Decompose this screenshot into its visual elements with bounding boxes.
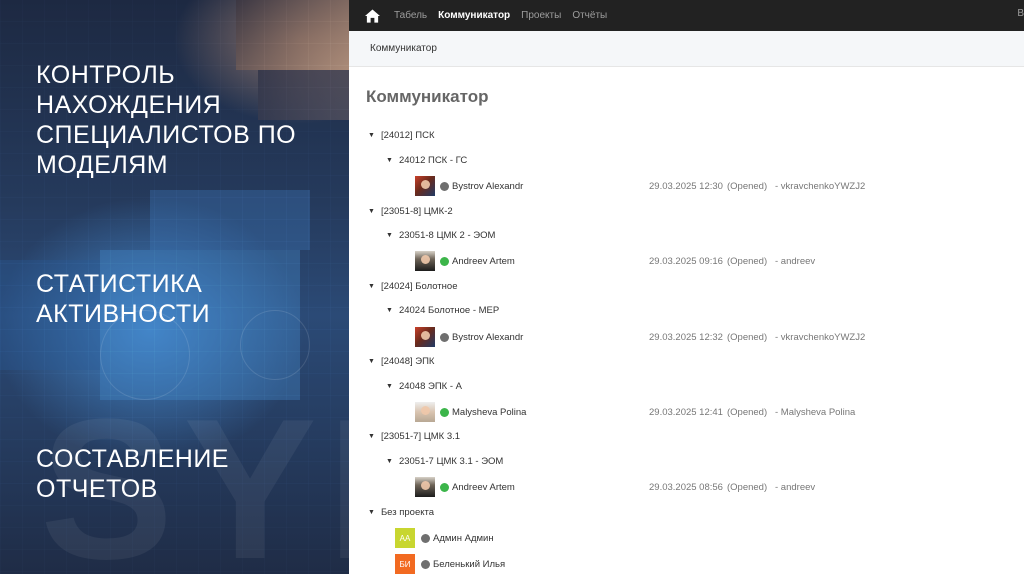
caret-down-icon[interactable]: ▼ — [386, 307, 393, 314]
top-navbar: Табель Коммуникатор Проекты Отчёты В — [349, 0, 1024, 31]
avatar-initials: АА — [395, 528, 415, 548]
tree-subgroup[interactable]: ▼ 23051-7 ЦМК 3.1 - ЭОМ — [386, 456, 503, 467]
nav-link-timesheet[interactable]: Табель — [394, 10, 427, 21]
promo-block-activity: СТАТИСТИКА АКТИВНОСТИ — [36, 269, 210, 329]
user-row[interactable]: АА Админ Админ — [350, 528, 1000, 548]
nav-user-menu[interactable]: В — [1017, 8, 1024, 19]
opened-by: - vkravchenkoYWZJ2 — [775, 181, 866, 192]
avatar — [415, 402, 435, 422]
caret-down-icon[interactable]: ▼ — [368, 208, 375, 215]
user-name: Andreev Artem — [452, 256, 515, 267]
caret-down-icon[interactable]: ▼ — [386, 157, 393, 164]
caret-down-icon[interactable]: ▼ — [368, 132, 375, 139]
promo-line: АКТИВНОСТИ — [36, 300, 211, 328]
caret-down-icon[interactable]: ▼ — [386, 383, 393, 390]
nav-link-reports[interactable]: Отчёты — [572, 10, 607, 21]
status-offline-icon — [421, 560, 430, 569]
user-name: Malysheva Polina — [452, 407, 527, 418]
status-online-icon — [440, 257, 449, 266]
tree-subgroup[interactable]: ▼ 24012 ПСК - ГС — [386, 155, 467, 166]
opened-by: - Malysheva Polina — [775, 407, 856, 418]
user-row[interactable]: БИ Беленький Илья — [350, 554, 1000, 574]
home-icon[interactable] — [365, 8, 380, 23]
activity-date: 29.03.2025 12:30 — [649, 181, 723, 192]
user-name: Bystrov Alexandr — [452, 332, 524, 343]
user-row[interactable]: Andreev Artem 29.03.2025 08:56 (Opened) … — [350, 477, 1000, 497]
tree-group-no-project[interactable]: ▼ Без проекта — [368, 507, 434, 518]
caret-down-icon[interactable]: ▼ — [386, 458, 393, 465]
tree-subgroup[interactable]: ▼ 24048 ЭПК - А — [386, 381, 462, 392]
caret-down-icon[interactable]: ▼ — [386, 232, 393, 239]
activity-state: (Opened) — [727, 256, 768, 267]
status-offline-icon — [440, 333, 449, 342]
tree-group[interactable]: ▼ [24024] Болотное — [368, 281, 457, 292]
tree-group[interactable]: ▼ [23051-8] ЦМК-2 — [368, 206, 453, 217]
tree-group[interactable]: ▼ [24048] ЭПК — [368, 356, 434, 367]
user-name: Беленький Илья — [433, 559, 506, 570]
tree-group[interactable]: ▼ [23051-7] ЦМК 3.1 — [368, 431, 460, 442]
user-row[interactable]: Andreev Artem 29.03.2025 09:16 (Opened) … — [350, 251, 1000, 271]
promo-line: НАХОЖДЕНИЯ — [36, 91, 222, 119]
user-name: Админ Админ — [433, 533, 494, 544]
activity-date: 29.03.2025 12:41 — [649, 407, 723, 418]
avatar — [415, 327, 435, 347]
tree-group-label: [23051-7] ЦМК 3.1 — [380, 431, 461, 442]
tree-subgroup[interactable]: ▼ 24024 Болотное - МЕР — [386, 305, 499, 316]
tree-subgroup[interactable]: ▼ 23051-8 ЦМК 2 - ЭОМ — [386, 230, 495, 241]
promo-line: СПЕЦИАЛИСТОВ ПО — [36, 121, 297, 149]
avatar-initials: БИ — [395, 554, 415, 574]
activity-state: (Opened) — [727, 181, 768, 192]
promo-line: СТАТИСТИКА — [36, 270, 203, 298]
avatar — [415, 477, 435, 497]
tree-subgroup-label: 24012 ПСК - ГС — [398, 155, 468, 166]
opened-by: - andreev — [775, 482, 816, 493]
activity-state: (Opened) — [727, 332, 768, 343]
promo-line: ОТЧЕТОВ — [36, 475, 158, 503]
tree-group-label: [24024] Болотное — [380, 281, 458, 292]
promo-line: КОНТРОЛЬ — [36, 61, 176, 89]
caret-down-icon[interactable]: ▼ — [368, 433, 375, 440]
breadcrumb: Коммуникатор — [349, 31, 1024, 67]
activity-date: 29.03.2025 12:32 — [649, 332, 723, 343]
promo-line: СОСТАВЛЕНИЕ — [36, 445, 229, 473]
tree-group-label: [23051-8] ЦМК-2 — [380, 206, 453, 217]
nav-link-communicator[interactable]: Коммуникатор — [438, 10, 510, 21]
nav-link-projects[interactable]: Проекты — [521, 10, 561, 21]
tree-subgroup-label: 24024 Болотное - МЕР — [398, 305, 500, 316]
tree-group[interactable]: ▼ [24012] ПСК — [368, 130, 435, 141]
user-name: Andreev Artem — [452, 482, 515, 493]
user-row[interactable]: Bystrov Alexandr 29.03.2025 12:32 (Opene… — [350, 327, 1000, 347]
promo-line: МОДЕЛЯМ — [36, 151, 169, 179]
page-title: Коммуникатор — [366, 87, 489, 106]
opened-by: - andreev — [775, 256, 816, 267]
user-row[interactable]: Malysheva Polina 29.03.2025 12:41 (Opene… — [350, 402, 1000, 422]
user-row[interactable]: Bystrov Alexandr 29.03.2025 12:30 (Opene… — [350, 176, 1000, 196]
tree-subgroup-label: 24048 ЭПК - А — [398, 381, 462, 392]
activity-state: (Opened) — [727, 482, 768, 493]
caret-down-icon[interactable]: ▼ — [368, 509, 375, 516]
tree-group-label: Без проекта — [380, 507, 435, 518]
status-online-icon — [440, 483, 449, 492]
activity-date: 29.03.2025 08:56 — [649, 482, 723, 493]
tree-group-label: [24012] ПСК — [380, 130, 435, 141]
activity-state: (Opened) — [727, 407, 768, 418]
activity-date: 29.03.2025 09:16 — [649, 256, 723, 267]
promo-block-location: КОНТРОЛЬ НАХОЖДЕНИЯ СПЕЦИАЛИСТОВ ПО МОДЕ… — [36, 60, 296, 180]
promo-panel: SYN КОНТРОЛЬ НАХОЖДЕНИЯ СПЕЦИАЛИСТОВ ПО … — [0, 0, 349, 574]
status-offline-icon — [440, 182, 449, 191]
user-name: Bystrov Alexandr — [452, 181, 524, 192]
opened-by: - vkravchenkoYWZJ2 — [775, 332, 866, 343]
decor-ring — [240, 310, 310, 380]
tree-subgroup-label: 23051-8 ЦМК 2 - ЭОМ — [398, 230, 496, 241]
status-online-icon — [440, 408, 449, 417]
caret-down-icon[interactable]: ▼ — [368, 358, 375, 365]
tree-subgroup-label: 23051-7 ЦМК 3.1 - ЭОМ — [398, 456, 504, 467]
tree-group-label: [24048] ЭПК — [380, 356, 435, 367]
avatar — [415, 251, 435, 271]
promo-block-reports: СОСТАВЛЕНИЕ ОТЧЕТОВ — [36, 444, 229, 504]
avatar — [415, 176, 435, 196]
caret-down-icon[interactable]: ▼ — [368, 283, 375, 290]
status-offline-icon — [421, 534, 430, 543]
